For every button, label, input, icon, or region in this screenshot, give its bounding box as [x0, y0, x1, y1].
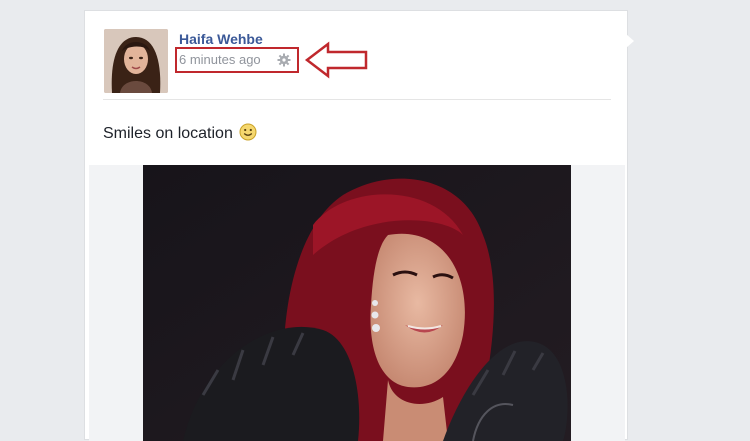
photo-container	[89, 165, 625, 441]
left-arrow-icon	[304, 41, 370, 79]
post-card: Haifa Wehbe 6 minutes ago Smiles on loca…	[84, 10, 628, 441]
post-text: Smiles on location	[103, 123, 257, 144]
author-avatar[interactable]	[104, 29, 168, 93]
post-text-content: Smiles on location	[103, 125, 233, 142]
card-pointer	[626, 34, 634, 48]
post-photo[interactable]	[143, 165, 571, 441]
author-name[interactable]: Haifa Wehbe	[179, 31, 263, 47]
header-divider	[103, 99, 611, 100]
smiley-icon	[239, 123, 257, 141]
annotation-highlight-box	[175, 47, 299, 73]
